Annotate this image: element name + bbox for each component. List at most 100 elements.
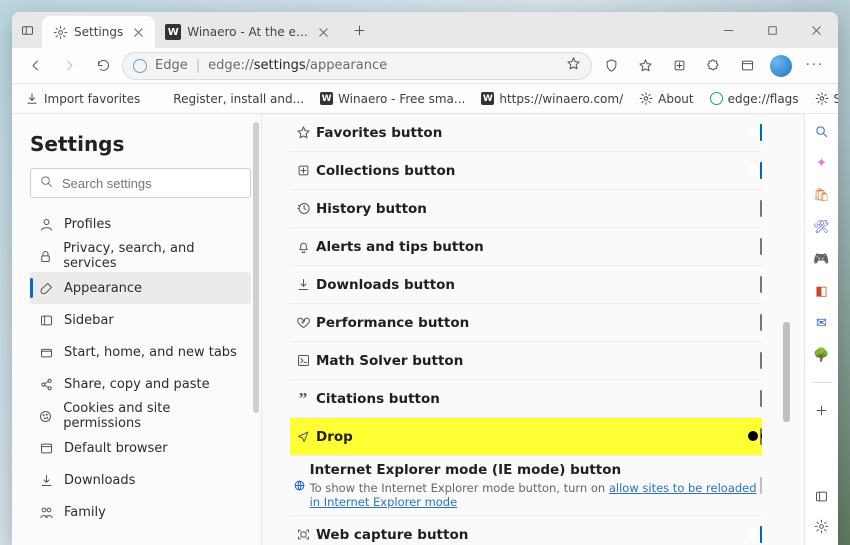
refresh-button[interactable] (88, 51, 118, 81)
option-label: Internet Explorer mode (IE mode) button (310, 462, 760, 478)
toggle[interactable] (760, 391, 762, 406)
fav-label: https://winaero.com/ (499, 92, 623, 106)
quotes-icon: ” (290, 389, 316, 409)
sidebar-hide-button[interactable] (813, 487, 831, 505)
option-label: Favorites button (316, 125, 442, 141)
options-list: Favorites buttonCollections buttonHistor… (290, 114, 762, 545)
window-controls (706, 12, 838, 48)
scrollbar-thumb[interactable] (783, 322, 790, 422)
toggle[interactable] (760, 353, 762, 368)
fav-about[interactable]: About (634, 87, 698, 111)
toggle[interactable] (760, 239, 762, 254)
w-icon: W (481, 92, 494, 105)
minimize-button[interactable] (706, 12, 750, 48)
sidebar-outlook-icon[interactable]: ✉ (813, 314, 831, 332)
toggle[interactable] (760, 315, 762, 330)
drop-icon (290, 429, 316, 444)
nav-privacy-search-and-services[interactable]: Privacy, search, and services (30, 240, 251, 272)
fav-register-install[interactable]: Register, install and... (151, 87, 309, 111)
toggle[interactable] (760, 163, 762, 178)
browser-essentials-button[interactable] (732, 51, 762, 81)
option-label: Web capture button (316, 527, 468, 543)
option-label: Downloads button (316, 277, 455, 293)
option-label: History button (316, 201, 427, 217)
settings-search-input[interactable] (62, 176, 242, 191)
option-label: Citations button (316, 391, 440, 407)
nav-start-home-and-new-tabs[interactable]: Start, home, and new tabs (30, 336, 251, 368)
toggle (760, 478, 762, 493)
toggle[interactable] (760, 429, 762, 444)
close-tab-button[interactable] (129, 23, 147, 41)
nav-default-browser[interactable]: Default browser (30, 432, 251, 464)
ms-icon (156, 93, 168, 105)
avatar (770, 55, 792, 77)
sidebar-discover-icon[interactable]: ✦ (813, 154, 831, 172)
nav-label: Share, copy and paste (64, 377, 210, 392)
nav-share-copy-and-paste[interactable]: Share, copy and paste (30, 368, 251, 400)
settings-search[interactable] (30, 168, 251, 198)
share-icon (38, 376, 54, 392)
tracking-prevention-button[interactable] (596, 51, 626, 81)
sidebar-search-icon[interactable] (813, 122, 831, 140)
fav-settings[interactable]: Settings (810, 87, 838, 111)
collections-button[interactable] (664, 51, 694, 81)
close-window-button[interactable] (794, 12, 838, 48)
w-icon: W (165, 24, 181, 40)
nav-label: Appearance (64, 281, 142, 296)
nav-cookies-and-site-permissions[interactable]: Cookies and site permissions (30, 400, 251, 432)
sidebar-add-button[interactable] (813, 401, 831, 419)
favorites-button[interactable] (630, 51, 660, 81)
new-tab-button[interactable] (344, 15, 374, 45)
profile-button[interactable] (766, 51, 796, 81)
extensions-button[interactable] (698, 51, 728, 81)
option-favorites-button: Favorites button (290, 114, 762, 152)
fav-winaero-com[interactable]: Whttps://winaero.com/ (476, 87, 628, 111)
tab-winaero[interactable]: W Winaero - At the edge of tweaki... (155, 16, 340, 48)
sidebar-scrollbar[interactable] (253, 122, 259, 537)
nav-sidebar[interactable]: Sidebar (30, 304, 251, 336)
toggle[interactable] (760, 125, 762, 140)
close-tab-button[interactable] (314, 23, 332, 41)
fav-label: edge://flags (728, 92, 799, 106)
edge-sidebar: ✦ 🛍 🛠 🎮 ◧ ✉ 🌳 (804, 114, 838, 545)
sidebar-games-icon[interactable]: 🎮 (813, 250, 831, 268)
tab-actions-button[interactable] (12, 15, 42, 45)
sidebar-settings-button[interactable] (813, 517, 831, 535)
fav-winaero-free[interactable]: WWinaero - Free sma... (315, 87, 470, 111)
sidebar-drop-icon[interactable]: 🌳 (813, 346, 831, 364)
nav-edge-bar[interactable]: Edge bar (30, 528, 251, 535)
scrollbar-thumb[interactable] (253, 122, 259, 413)
cookie-icon (38, 408, 53, 424)
sidebar-office-icon[interactable]: ◧ (813, 282, 831, 300)
back-button[interactable] (20, 51, 50, 81)
more-menu-button[interactable]: ··· (800, 51, 830, 81)
toggle[interactable] (760, 277, 762, 292)
forward-button[interactable] (54, 51, 84, 81)
fav-edge-flags[interactable]: edge://flags (705, 87, 804, 111)
nav-family[interactable]: Family (30, 496, 251, 528)
nav-profiles[interactable]: Profiles (30, 208, 251, 240)
nav-appearance[interactable]: Appearance (30, 272, 251, 304)
sidebar-shopping-icon[interactable]: 🛍 (813, 186, 831, 204)
nav-downloads[interactable]: Downloads (30, 464, 251, 496)
w-icon: W (320, 92, 333, 105)
browser-label: Edge (155, 58, 188, 73)
edge-icon (133, 59, 147, 73)
option-history-button: History button (290, 190, 762, 228)
toggle[interactable] (760, 527, 762, 542)
address-bar[interactable]: Edge | edge://settings/appearance (122, 52, 592, 80)
main-scrollbar[interactable] (783, 122, 790, 537)
toggle[interactable] (760, 201, 762, 216)
sidebar-tools-icon[interactable]: 🛠 (813, 218, 831, 236)
option-drop: Drop (290, 418, 762, 456)
url-separator: | (196, 58, 200, 73)
option-label: Math Solver button (316, 353, 463, 369)
download-icon (290, 277, 316, 292)
maximize-button[interactable] (750, 12, 794, 48)
nav-label: Privacy, search, and services (63, 241, 243, 271)
nav-label: Sidebar (64, 313, 114, 328)
favorite-star-button[interactable] (566, 56, 581, 75)
fav-import-favorites[interactable]: Import favorites (20, 87, 145, 111)
ie-mode-link[interactable]: allow sites to be reloaded in Internet E… (310, 481, 757, 509)
tab-settings[interactable]: Settings (42, 16, 155, 48)
